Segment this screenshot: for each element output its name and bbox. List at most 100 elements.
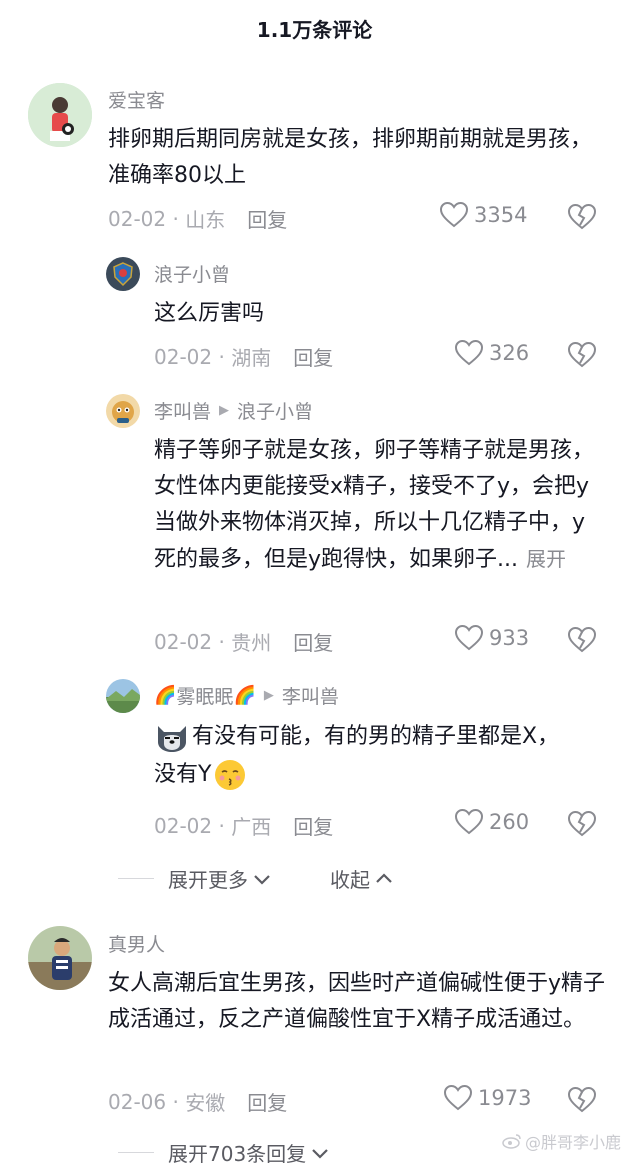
- reply-text-line: 有没有可能，有的男的精子里都是X，: [154, 718, 614, 756]
- like-button[interactable]: 933: [455, 625, 529, 651]
- reply-location: 广西: [231, 815, 272, 839]
- expand-replies-button[interactable]: 展开703条回复: [168, 1138, 330, 1167]
- watermark-text: @胖哥李小鹿: [524, 1133, 621, 1152]
- kiss-emoji-icon: [215, 760, 246, 790]
- triangle-right-icon: ▶: [219, 403, 230, 418]
- dislike-button[interactable]: [567, 810, 597, 841]
- reply-meta: 02-02 · 湖南 回复: [154, 342, 333, 371]
- expand-more-button[interactable]: 展开更多: [168, 864, 272, 893]
- dislike-button[interactable]: [567, 1086, 597, 1117]
- avatar[interactable]: [106, 394, 140, 428]
- expand-replies-row: 展开703条回复: [118, 1138, 330, 1167]
- rainbow-icon: 🌈: [233, 685, 256, 706]
- username[interactable]: 浪子小曾: [154, 260, 230, 287]
- expand-more-label: 展开更多: [168, 868, 248, 892]
- reply-text: 精子等卵子就是女孩，卵子等精子就是男孩，女性体内更能接受x精子，接受不了y，会把…: [154, 433, 600, 578]
- comment-meta: 02-06 · 安徽 回复: [108, 1087, 287, 1116]
- reply-button[interactable]: 回复: [247, 1087, 287, 1116]
- reply-button[interactable]: 回复: [293, 627, 333, 656]
- comment-location: 安徽: [185, 1091, 226, 1115]
- comment-location: 山东: [185, 208, 226, 232]
- heart-outline-icon: [440, 202, 468, 228]
- heart-outline-icon: [455, 625, 483, 651]
- username-text: 李叫兽: [154, 401, 212, 423]
- collapse-button[interactable]: 收起: [330, 864, 394, 893]
- like-button[interactable]: 260: [455, 809, 529, 835]
- watermark: @胖哥李小鹿: [502, 1129, 621, 1153]
- reply-button[interactable]: 回复: [293, 342, 333, 371]
- rainbow-icon: 🌈: [154, 685, 177, 706]
- reply-text-line1: 有没有可能，有的男的精子里都是X，: [192, 724, 560, 749]
- broken-heart-icon: [567, 203, 597, 230]
- like-count: 1973: [478, 1086, 532, 1110]
- triangle-right-icon: ▶: [263, 688, 274, 703]
- username[interactable]: 🌈 雾眠眠 🌈 ▶ 李叫兽: [154, 682, 339, 709]
- dislike-button[interactable]: [567, 203, 597, 234]
- comment-meta: 02-02 · 山东 回复: [108, 204, 287, 233]
- reply-date: 02-02: [154, 344, 213, 369]
- reply-meta: 02-02 · 贵州 回复: [154, 627, 333, 656]
- like-button[interactable]: 3354: [440, 202, 527, 228]
- like-button[interactable]: 1973: [444, 1085, 531, 1111]
- meta-dot: ·: [166, 1089, 186, 1114]
- reply-meta: 02-02 · 广西 回复: [154, 811, 333, 840]
- heart-outline-icon: [444, 1085, 472, 1111]
- username-text: 雾眠眠: [176, 686, 234, 708]
- expand-text-link[interactable]: 展开: [526, 547, 566, 571]
- reply-location: 湖南: [231, 346, 272, 370]
- comment-text: 女人高潮后宜生男孩，因些时产道偏碱性便于y精子成活通过，反之产道偏酸性宜于X精子…: [108, 971, 606, 1032]
- username-text: 真男人: [108, 934, 166, 956]
- comment-date: 02-02: [108, 206, 167, 231]
- username-text: 浪子小曾: [154, 264, 231, 286]
- like-count: 933: [489, 626, 530, 650]
- reply-button[interactable]: 回复: [247, 204, 287, 233]
- like-count: 3354: [474, 203, 528, 227]
- username[interactable]: 真男人: [108, 930, 165, 957]
- like-button[interactable]: 326: [455, 340, 529, 366]
- heart-outline-icon: [455, 340, 483, 366]
- heart-outline-icon: [455, 809, 483, 835]
- collapse-label: 收起: [330, 868, 370, 892]
- username-text: 爱宝客: [108, 90, 166, 112]
- reply-to-username[interactable]: 浪子小曾: [237, 397, 313, 424]
- divider-line: [118, 878, 154, 879]
- avatar[interactable]: [106, 257, 140, 291]
- reply-date: 02-02: [154, 629, 213, 654]
- reply-date: 02-02: [154, 813, 213, 838]
- weibo-logo-icon: [502, 1134, 521, 1149]
- reply-text-line: 没有Y: [154, 756, 614, 794]
- divider-line: [118, 1152, 154, 1153]
- reply-text: 有没有可能，有的男的精子里都是X， 没有Y: [154, 718, 614, 794]
- husky-emoji-icon: [158, 726, 186, 752]
- meta-dot: ·: [212, 813, 232, 838]
- broken-heart-icon: [567, 1086, 597, 1113]
- meta-dot: ·: [212, 344, 232, 369]
- broken-heart-icon: [567, 341, 597, 368]
- thread-controls: 展开更多 收起: [118, 864, 394, 893]
- avatar[interactable]: [28, 926, 92, 990]
- comment-date: 02-06: [108, 1089, 167, 1114]
- avatar[interactable]: [28, 83, 92, 147]
- dislike-button[interactable]: [567, 341, 597, 372]
- meta-dot: ·: [166, 206, 186, 231]
- reply-text: 这么厉害吗: [154, 301, 265, 326]
- reply-text-line2: 没有Y: [154, 762, 212, 787]
- comment-text: 排卵期后期同房就是女孩，排卵期前期就是男孩，准确率80以上: [108, 127, 593, 188]
- broken-heart-icon: [567, 810, 597, 837]
- chevron-down-icon: [312, 1148, 328, 1159]
- chevron-up-icon: [376, 872, 392, 883]
- like-count: 260: [489, 810, 530, 834]
- dislike-button[interactable]: [567, 626, 597, 657]
- meta-dot: ·: [212, 629, 232, 654]
- comments-header: 1.1万条评论: [0, 0, 629, 56]
- avatar[interactable]: [106, 679, 140, 713]
- comment-count-title: 1.1万条评论: [256, 17, 373, 42]
- username[interactable]: 李叫兽 ▶ 浪子小曾: [154, 397, 313, 424]
- like-count: 326: [489, 341, 530, 365]
- chevron-down-icon: [254, 874, 270, 885]
- username[interactable]: 爱宝客: [108, 86, 165, 113]
- reply-button[interactable]: 回复: [293, 811, 333, 840]
- reply-to-username[interactable]: 李叫兽: [282, 682, 339, 709]
- expand-replies-label: 展开703条回复: [168, 1142, 307, 1166]
- broken-heart-icon: [567, 626, 597, 653]
